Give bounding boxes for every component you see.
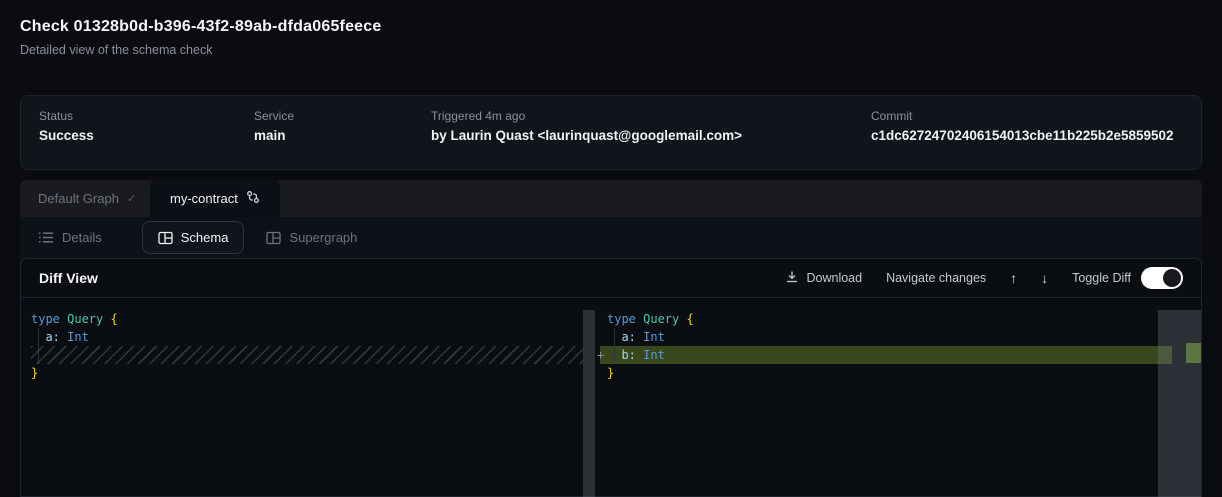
content-panel: Details Schema Supergraph [20, 217, 1202, 497]
tab-schema[interactable]: Schema [142, 221, 245, 254]
code-line: type Query { [31, 310, 118, 328]
code-line-added: b: Int [607, 346, 665, 364]
download-button[interactable]: Download [785, 270, 862, 287]
next-change-button[interactable]: ↓ [1041, 271, 1048, 285]
check-summary-card: Status Success Service main Triggered 4m… [20, 95, 1202, 170]
list-icon [38, 231, 54, 244]
arrow-down-icon: ↓ [1041, 270, 1048, 286]
schema-diff-editor: type Query { a: Int } + type Query { a: … [21, 298, 1201, 497]
code-line: } [607, 364, 614, 382]
triggered-field: Triggered 4m ago by Laurin Quast <laurin… [431, 109, 742, 143]
diff-plus-marker: + [597, 346, 604, 364]
service-label: Service [254, 109, 294, 123]
code-line: a: Int [31, 328, 89, 346]
tab-supergraph[interactable]: Supergraph [266, 230, 357, 245]
page-subtitle: Detailed view of the schema check [20, 43, 381, 57]
diff-view-title: Diff View [39, 270, 98, 286]
service-value: main [254, 128, 294, 143]
service-field: Service main [254, 109, 294, 143]
page-title: Check 01328b0d-b396-43f2-89ab-dfda065fee… [20, 18, 381, 36]
tab-details[interactable]: Details [38, 230, 102, 245]
tab-my-contract-label: my-contract [170, 191, 238, 206]
arrow-up-icon: ↑ [1010, 270, 1017, 286]
commit-value: c1dc62724702406154013cbe11b225b2e5859502 [871, 128, 1174, 143]
tab-supergraph-label: Supergraph [289, 230, 357, 245]
status-label: Status [39, 109, 94, 123]
page-header: Check 01328b0d-b396-43f2-89ab-dfda065fee… [20, 18, 381, 57]
tab-default-graph[interactable]: Default Graph ✓ [38, 180, 136, 217]
diff-added-line-highlight [600, 346, 1172, 364]
tab-details-label: Details [62, 230, 102, 245]
download-icon [785, 270, 799, 287]
columns-layout-icon [158, 231, 173, 245]
left-editor-scrollbar[interactable] [583, 310, 595, 497]
toggle-diff-label: Toggle Diff [1072, 271, 1131, 285]
tab-default-graph-label: Default Graph [38, 191, 119, 206]
diff-header: Diff View Download Navigate changes ↑ [21, 259, 1201, 298]
triggered-value: by Laurin Quast <laurinquast@googlemail.… [431, 128, 742, 143]
previous-change-button[interactable]: ↑ [1010, 271, 1017, 285]
download-label: Download [806, 271, 862, 285]
tab-schema-label: Schema [181, 230, 229, 245]
toggle-diff-switch[interactable] [1141, 267, 1183, 289]
graph-tabs-bar: Default Graph ✓ my-contract [20, 180, 1202, 217]
commit-field: Commit c1dc62724702406154013cbe11b225b2e… [871, 109, 1174, 143]
navigate-changes-label: Navigate changes [886, 271, 986, 285]
columns-layout-icon [266, 231, 281, 245]
git-compare-icon [246, 190, 260, 207]
check-icon: ✓ [127, 192, 136, 205]
tab-my-contract[interactable]: my-contract [150, 180, 280, 217]
status-value: Success [39, 128, 94, 143]
diff-controls: Download Navigate changes ↑ ↓ Toggle Dif… [785, 267, 1183, 289]
code-line: a: Int [607, 328, 665, 346]
code-line: type Query { [607, 310, 694, 328]
view-tabs: Details Schema Supergraph [20, 217, 1202, 258]
right-editor-scrollbar[interactable] [1158, 310, 1201, 497]
commit-label: Commit [871, 109, 1174, 123]
status-field: Status Success [39, 109, 94, 143]
diff-card: Diff View Download Navigate changes ↑ [20, 258, 1202, 497]
toggle-knob [1163, 269, 1181, 287]
diff-removed-placeholder [31, 346, 583, 364]
overview-ruler-added-marker [1186, 343, 1201, 363]
triggered-label: Triggered 4m ago [431, 109, 742, 123]
toggle-diff-group: Toggle Diff [1072, 267, 1183, 289]
code-line: } [31, 364, 38, 382]
